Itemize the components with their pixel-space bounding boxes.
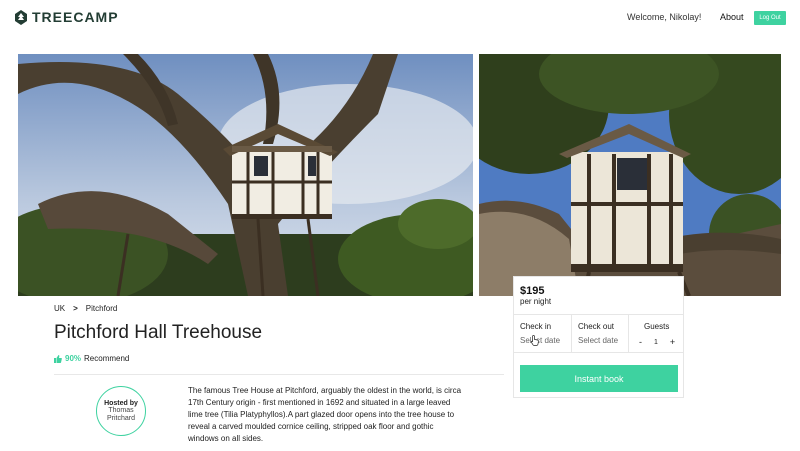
page-title: Pitchford Hall Treehouse — [54, 322, 263, 343]
host-badge[interactable]: Hosted by Thomas Pritchard — [96, 386, 146, 436]
tree-leaf-icon — [15, 9, 27, 25]
breadcrumb: UK > Pitchford — [54, 304, 117, 313]
treehouse-photo-image — [18, 54, 473, 296]
about-link[interactable]: About — [720, 12, 744, 22]
price-unit: per night — [520, 297, 552, 306]
recommend-rating: 90% Recommend — [54, 354, 129, 363]
booking-fields: Check in Select date Check out Select da… — [514, 314, 683, 353]
treehouse-photo-image — [479, 54, 781, 296]
check-out-field[interactable]: Check out Select date — [571, 315, 628, 352]
recommend-percent: 90% — [65, 354, 82, 363]
guests-field: Guests - 1 + — [628, 315, 683, 352]
check-in-label: Check in — [520, 322, 552, 331]
logout-button[interactable]: Log Out — [754, 11, 786, 25]
check-in-date-picker[interactable]: Select date — [520, 336, 560, 345]
guests-label: Guests — [644, 322, 670, 331]
pointer-cursor-icon — [531, 335, 539, 346]
breadcrumb-place[interactable]: Pitchford — [86, 304, 118, 313]
top-nav: TREECAMP Welcome, Nikolay! About Log Out — [0, 0, 800, 36]
check-in-field[interactable]: Check in Select date — [514, 315, 571, 352]
listing-description: The famous Tree House at Pitchford, argu… — [188, 386, 462, 443]
listing-photo-side[interactable] — [479, 54, 781, 296]
price-value: $195 — [520, 285, 545, 297]
welcome-text: Welcome, Nikolay! — [627, 12, 702, 22]
brand-logo[interactable]: TREECAMP — [14, 9, 119, 25]
guests-decrement-button[interactable]: - — [639, 337, 642, 347]
breadcrumb-separator: > — [73, 304, 78, 313]
section-divider — [54, 374, 504, 375]
thumbs-up-icon — [54, 354, 62, 363]
breadcrumb-country[interactable]: UK — [54, 304, 65, 313]
check-out-label: Check out — [578, 322, 615, 331]
listing-photo-main[interactable] — [18, 54, 473, 296]
guests-stepper: - 1 + — [639, 337, 675, 347]
guests-count: 1 — [654, 338, 658, 346]
recommend-label: Recommend — [84, 354, 130, 363]
check-out-date-picker[interactable]: Select date — [578, 336, 618, 345]
instant-book-button[interactable]: Instant book — [520, 365, 678, 392]
brand-name: TREECAMP — [32, 9, 119, 25]
host-name: Thomas Pritchard — [106, 406, 135, 422]
host-label: Hosted by — [104, 399, 138, 407]
guests-increment-button[interactable]: + — [670, 337, 675, 347]
